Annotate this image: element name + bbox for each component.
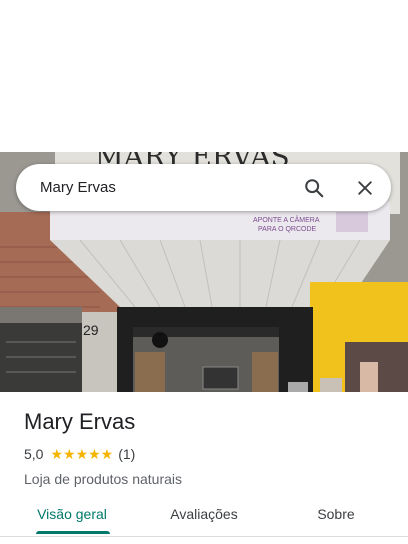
- search-icon: [305, 179, 324, 198]
- rating-row[interactable]: 5,0 ★★★★★ (1): [24, 444, 394, 464]
- place-category[interactable]: Loja de produtos naturais: [24, 470, 394, 488]
- place-info: Mary Ervas 5,0 ★★★★★ (1) Loja de produto…: [24, 408, 394, 488]
- tab-about-label: Sobre: [317, 506, 355, 522]
- review-count[interactable]: (1): [118, 446, 135, 462]
- tab-bar: Visão geral Avaliações Sobre: [0, 494, 408, 536]
- tab-selected-indicator: [36, 531, 110, 534]
- tab-about[interactable]: Sobre: [264, 494, 408, 536]
- tab-overview-label: Visão geral: [37, 506, 107, 522]
- close-icon: [358, 181, 372, 195]
- banner-line-1: APONTE A CÂMERA: [253, 215, 320, 224]
- tab-reviews-label: Avaliações: [170, 506, 238, 522]
- clear-search-button[interactable]: [349, 172, 381, 204]
- rating-stars: ★★★★★: [50, 445, 114, 462]
- door-number: 29: [83, 322, 99, 338]
- rating-value: 5,0: [24, 446, 44, 462]
- tab-divider: [0, 536, 408, 537]
- search-input[interactable]: Mary Ervas: [40, 164, 116, 211]
- search-bar[interactable]: Mary Ervas: [16, 164, 391, 211]
- search-button[interactable]: [298, 172, 330, 204]
- place-name: Mary Ervas: [24, 409, 136, 434]
- banner-line-2: PARA O QRCODE: [258, 226, 317, 233]
- tab-reviews[interactable]: Avaliações: [144, 494, 264, 536]
- tab-overview[interactable]: Visão geral: [0, 494, 144, 536]
